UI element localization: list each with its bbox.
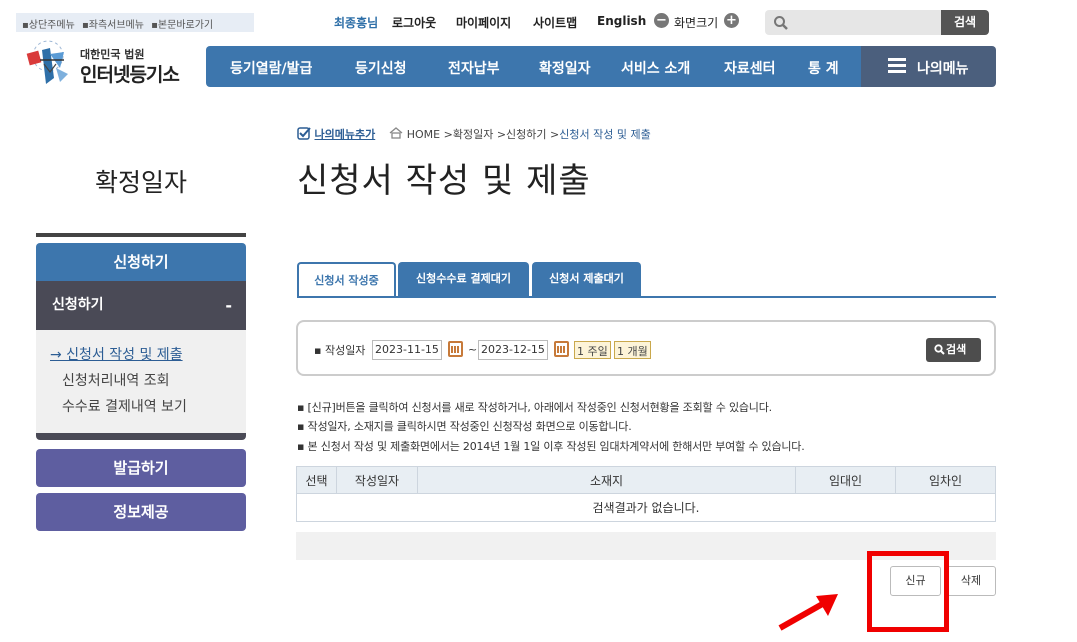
calendar-icon[interactable] xyxy=(554,341,569,357)
search-button[interactable]: 검색 xyxy=(941,10,989,35)
tab-writing[interactable]: 신청서 작성중 xyxy=(297,262,396,298)
nav-item-service[interactable]: 서비스 소개 xyxy=(621,58,690,78)
tab-underline xyxy=(297,296,996,298)
sidebar-section-issue[interactable]: 발급하기 xyxy=(36,449,246,487)
skip-link-side-menu[interactable]: ▪좌측서브메뉴 xyxy=(82,20,144,31)
nav-item-e-payment[interactable]: 전자납부 xyxy=(448,58,500,78)
nav-item-resources[interactable]: 자료센터 xyxy=(724,58,776,78)
sidebar-title: 확정일자 xyxy=(94,168,187,197)
note-line: ▪ 본 신청서 작성 및 제출화면에서는 2014년 1월 1일 이후 작성된 … xyxy=(297,440,805,453)
column-header-lessor: 임대인 xyxy=(795,466,896,494)
sidebar-item-fee-history[interactable]: 수수료 결제내역 보기 xyxy=(36,396,246,422)
column-header-address: 소재지 xyxy=(417,466,796,494)
skip-links: ▪상단주메뉴 ▪좌측서브메뉴 ▪본문바로가기 xyxy=(16,13,254,32)
one-month-button[interactable]: 1 개월 xyxy=(614,341,651,359)
breadcrumb: 나의메뉴추가 HOME >확정일자 >신청하기 >신청서 작성 및 제출 xyxy=(297,126,651,142)
search-input[interactable] xyxy=(765,10,941,35)
add-my-menu-link[interactable]: 나의메뉴추가 xyxy=(315,128,376,141)
nav-item-registry-view[interactable]: 등기열람/발급 xyxy=(230,58,312,78)
sidebar-item-process-history[interactable]: 신청처리내역 조회 xyxy=(36,370,246,396)
date-range-tilde: ~ xyxy=(468,343,478,356)
my-menu-label: 나의메뉴 xyxy=(917,61,969,77)
court-emblem-icon xyxy=(26,40,68,84)
column-header-date: 작성일자 xyxy=(336,466,418,494)
breadcrumb-separator: > xyxy=(550,128,560,141)
skip-link-top-menu[interactable]: ▪상단주메뉴 xyxy=(22,20,75,31)
breadcrumb-current: 신청서 작성 및 제출 xyxy=(559,128,651,141)
main-nav: 등기열람/발급 등기신청 전자납부 확정일자 서비스 소개 자료센터 통 계 xyxy=(206,46,861,87)
zoom-label: 화면크기 xyxy=(674,16,719,30)
column-header-lessee: 임차인 xyxy=(895,466,996,494)
sidebar-subheader-label: 신청하기 xyxy=(52,297,104,313)
page-title: 신청서 작성 및 제출 xyxy=(297,161,591,201)
check-box-icon xyxy=(297,127,311,140)
breadcrumb-fixed-date[interactable]: 확정일자 xyxy=(453,128,493,141)
calendar-icon[interactable] xyxy=(448,341,463,357)
skip-link-content[interactable]: ▪본문바로가기 xyxy=(151,20,213,31)
breadcrumb-separator: > xyxy=(443,128,453,141)
note-line: ▪ 작성일자, 소재지를 클릭하시면 작성중인 신청작성 화면으로 이동합니다. xyxy=(297,420,632,433)
sidebar-list: → 신청서 작성 및 제출 신청처리내역 조회 수수료 결제내역 보기 xyxy=(36,330,246,433)
sidebar-subheader[interactable]: 신청하기 - xyxy=(36,281,246,330)
user-name: 최종흥님 xyxy=(334,16,379,30)
breadcrumb-separator: > xyxy=(496,128,507,141)
sidebar-item-write-submit[interactable]: → 신청서 작성 및 제출 xyxy=(36,344,246,370)
breadcrumb-apply[interactable]: 신청하기 xyxy=(506,128,546,141)
table-header-row: 선택 작성일자 소재지 임대인 임차인 xyxy=(296,466,996,494)
column-header-select: 선택 xyxy=(296,466,337,494)
arrow-annotation-icon xyxy=(778,594,838,631)
sidebar-divider xyxy=(36,233,246,237)
collapse-icon[interactable]: - xyxy=(225,281,232,330)
note-line: ▪ [신규]버튼을 클릭하여 신청서를 새로 작성하거나, 아래에서 작성중인 … xyxy=(297,401,772,414)
date-search-label: 검색 xyxy=(946,343,967,356)
one-week-button[interactable]: 1 주일 xyxy=(574,341,611,359)
nav-item-registry-apply[interactable]: 등기신청 xyxy=(355,58,407,78)
nav-item-fixed-date[interactable]: 확정일자 xyxy=(539,58,591,78)
logo-title: 인터넷등기소 xyxy=(80,64,180,86)
delete-button[interactable]: 삭제 xyxy=(946,566,996,596)
sidebar-list-footer xyxy=(36,433,246,440)
table-row: 검색결과가 없습니다. xyxy=(296,493,996,522)
zoom-in-icon[interactable]: + xyxy=(724,13,739,28)
zoom-out-icon[interactable]: − xyxy=(654,13,669,28)
sidebar-section-apply[interactable]: 신청하기 xyxy=(36,243,246,281)
breadcrumb-home[interactable]: HOME xyxy=(407,128,440,141)
application-table: 선택 작성일자 소재지 임대인 임차인 검색결과가 없습니다. xyxy=(296,466,996,522)
date-search-panel: ▪ 작성일자 2023-11-15 ~ 2023-12-15 1 주일 1 개월… xyxy=(296,320,996,376)
tab-submit-pending[interactable]: 신청서 제출대기 xyxy=(532,262,641,296)
logout-link[interactable]: 로그아웃 xyxy=(392,14,436,31)
empty-result-message: 검색결과가 없습니다. xyxy=(296,493,996,522)
home-icon xyxy=(389,127,403,139)
date-to-field[interactable]: 2023-12-15 xyxy=(478,340,548,360)
search-icon xyxy=(774,16,788,30)
sidebar-section-info[interactable]: 정보제공 xyxy=(36,493,246,531)
zoom-out-glyph: − xyxy=(654,13,669,28)
hamburger-icon xyxy=(888,58,906,73)
date-search-button[interactable]: 검색 xyxy=(926,338,981,362)
search-icon xyxy=(934,344,945,355)
english-link[interactable]: English xyxy=(597,14,646,28)
tab-fee-payment-pending[interactable]: 신청수수료 결제대기 xyxy=(398,262,529,296)
sitemap-link[interactable]: 사이트맵 xyxy=(533,14,577,31)
nav-item-stats[interactable]: 통 계 xyxy=(808,58,839,78)
date-label: ▪ 작성일자 xyxy=(314,344,366,357)
zoom-in-glyph: + xyxy=(724,13,739,28)
mypage-link[interactable]: 마이페이지 xyxy=(456,14,511,31)
my-menu-button[interactable]: 나의메뉴 xyxy=(861,46,996,87)
date-from-field[interactable]: 2023-11-15 xyxy=(372,340,442,360)
highlight-box xyxy=(867,551,949,632)
